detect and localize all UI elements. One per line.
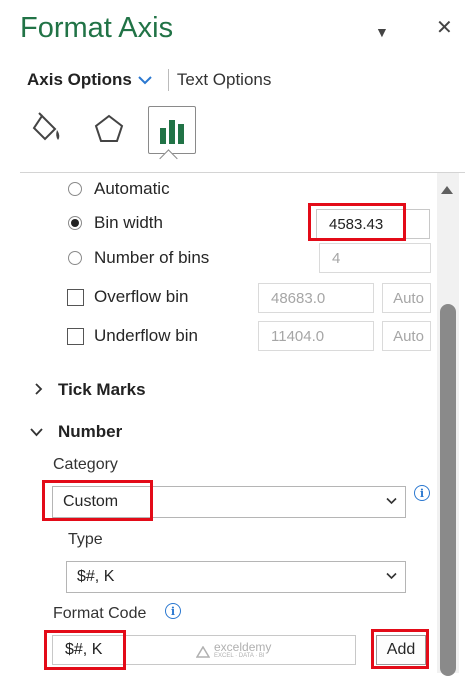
format-code-label: Format Code bbox=[53, 605, 147, 622]
underflow-auto-button[interactable]: Auto bbox=[382, 321, 431, 351]
bin-width-input[interactable]: 4583.43 bbox=[316, 209, 430, 239]
watermark-tagline: EXCEL · DATA · BI bbox=[214, 653, 265, 659]
axis-options-button[interactable] bbox=[148, 106, 196, 154]
add-label: Add bbox=[386, 641, 416, 658]
underflow-bin-option[interactable]: Underflow bin bbox=[67, 326, 198, 346]
add-button[interactable]: Add bbox=[376, 635, 426, 665]
underflow-bin-label: Underflow bin bbox=[94, 326, 198, 345]
type-select[interactable]: $#, K bbox=[66, 561, 406, 593]
type-label: Type bbox=[68, 531, 103, 548]
tab-divider bbox=[167, 69, 169, 91]
bin-width-label: Bin width bbox=[94, 213, 163, 232]
category-value: Custom bbox=[63, 493, 119, 510]
chevron-down-icon bbox=[30, 424, 46, 440]
watermark-brand: exceldemy bbox=[214, 640, 272, 654]
number-section[interactable]: Number bbox=[30, 422, 122, 442]
automatic-radio[interactable] bbox=[68, 182, 82, 196]
tab-axis-options[interactable]: Axis Options bbox=[27, 70, 132, 90]
bin-width-option[interactable]: Bin width bbox=[68, 213, 163, 233]
tick-marks-label: Tick Marks bbox=[58, 380, 146, 399]
underflow-bin-checkbox[interactable] bbox=[67, 327, 84, 345]
pentagon-icon bbox=[94, 114, 124, 142]
options-tabs: Axis Options Text Options bbox=[27, 67, 271, 93]
overflow-bin-label: Overflow bin bbox=[94, 287, 189, 306]
chevron-down-icon bbox=[386, 569, 397, 583]
task-pane-options-button[interactable]: ▼ bbox=[375, 20, 389, 44]
chevron-right-icon bbox=[34, 382, 46, 398]
effects-button[interactable] bbox=[86, 106, 132, 152]
exceldemy-logo-icon bbox=[196, 646, 210, 658]
close-button[interactable]: ✕ bbox=[436, 16, 453, 40]
number-of-bins-option[interactable]: Number of bins bbox=[68, 248, 209, 268]
scrollbar-thumb[interactable] bbox=[440, 304, 456, 676]
number-of-bins-label: Number of bins bbox=[94, 248, 210, 267]
paint-bucket-icon bbox=[32, 112, 60, 141]
overflow-bin-input[interactable]: 48683.0 bbox=[258, 283, 374, 313]
overflow-auto-button[interactable]: Auto bbox=[382, 283, 431, 313]
bin-width-radio[interactable] bbox=[68, 216, 82, 230]
chevron-down-icon[interactable] bbox=[138, 72, 152, 88]
chevron-down-icon bbox=[386, 494, 397, 508]
type-value: $#, K bbox=[77, 568, 115, 585]
fill-line-button[interactable] bbox=[24, 106, 70, 152]
overflow-bin-checkbox[interactable] bbox=[67, 288, 84, 306]
tick-marks-section[interactable]: Tick Marks bbox=[34, 380, 146, 400]
tab-text-options[interactable]: Text Options bbox=[177, 70, 272, 90]
exceldemy-watermark: exceldemy EXCEL · DATA · BI bbox=[196, 640, 272, 661]
number-of-bins-radio[interactable] bbox=[68, 251, 82, 265]
number-of-bins-input[interactable]: 4 bbox=[319, 243, 431, 273]
underflow-bin-input[interactable]: 11404.0 bbox=[258, 321, 374, 351]
panel-title: Format Axis bbox=[20, 12, 174, 44]
info-icon[interactable]: i bbox=[414, 485, 430, 501]
category-select[interactable]: Custom bbox=[52, 486, 406, 518]
bar-chart-icon bbox=[160, 120, 184, 144]
automatic-option[interactable]: Automatic bbox=[68, 179, 170, 199]
axis-options-content: Automatic Bin width 4583.43 Number of bi… bbox=[0, 173, 436, 673]
overflow-bin-option[interactable]: Overflow bin bbox=[67, 287, 188, 307]
number-label: Number bbox=[58, 422, 123, 441]
category-label: Category bbox=[53, 456, 118, 473]
automatic-label: Automatic bbox=[94, 179, 170, 198]
scroll-up-arrow-icon[interactable] bbox=[441, 186, 453, 194]
info-icon[interactable]: i bbox=[165, 603, 181, 619]
